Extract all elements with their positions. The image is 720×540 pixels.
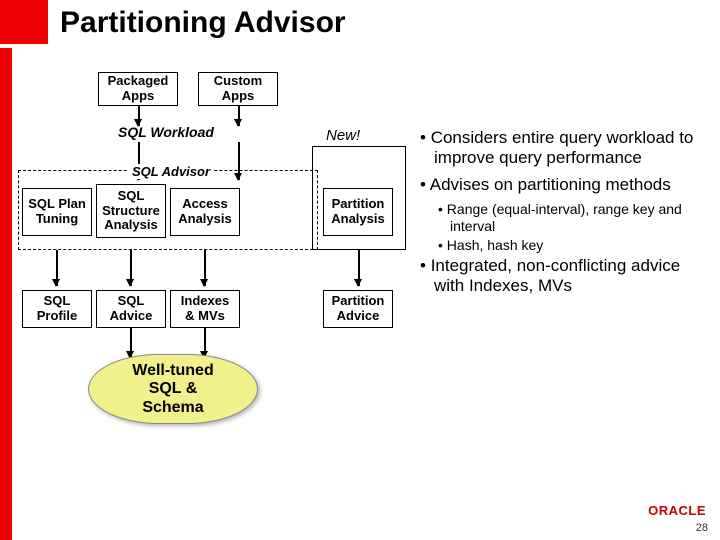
bullet-subitem: Hash, hash key — [420, 237, 710, 254]
arrow — [204, 328, 206, 358]
new-highlight-frame — [312, 146, 406, 250]
arrow — [130, 250, 132, 286]
diagram-area: Packaged Apps Custom Apps SQL Workload N… — [18, 72, 418, 452]
box-custom-apps: Custom Apps — [198, 72, 278, 106]
arrow — [138, 106, 140, 126]
bullet-item: Advises on partitioning methods — [420, 175, 710, 195]
label: SQL Structure Analysis — [102, 189, 160, 234]
box-access-analysis: Access Analysis — [170, 188, 240, 236]
arrow — [238, 106, 240, 126]
box-sql-plan-tuning: SQL Plan Tuning — [22, 188, 92, 236]
label: Packaged Apps — [108, 74, 169, 104]
arrow — [204, 250, 206, 286]
label: SQL Profile — [37, 294, 77, 324]
label: Indexes & MVs — [181, 294, 229, 324]
box-sql-advice: SQL Advice — [96, 290, 166, 328]
new-label: New! — [326, 127, 360, 144]
box-packaged-apps: Packaged Apps — [98, 72, 178, 106]
label: SQL Advice — [110, 294, 153, 324]
label: Access Analysis — [178, 197, 231, 227]
workload-label: SQL Workload — [118, 124, 214, 140]
bullet-list: Considers entire query workload to impro… — [420, 128, 710, 302]
arrow — [130, 328, 132, 358]
oracle-logo: ORACLE — [648, 503, 706, 518]
side-red-strip — [0, 48, 12, 540]
bullet-subitem: Range (equal-interval), range key and in… — [420, 201, 710, 235]
bullet-item: Integrated, non-conflicting advice with … — [420, 256, 710, 297]
header-red-block — [0, 0, 48, 44]
bullet-item: Considers entire query workload to impro… — [420, 128, 710, 169]
label: Custom Apps — [214, 74, 262, 104]
advisor-label: SQL Advisor — [128, 164, 214, 179]
box-sql-structure: SQL Structure Analysis — [96, 184, 166, 238]
result-blob-text: Well-tuned SQL & Schema — [118, 362, 228, 417]
box-indexes-mvs: Indexes & MVs — [170, 290, 240, 328]
box-partition-advice: Partition Advice — [323, 290, 393, 328]
arrow — [358, 250, 360, 286]
box-sql-profile: SQL Profile — [22, 290, 92, 328]
label: SQL Plan Tuning — [28, 197, 86, 227]
label: Partition Advice — [332, 294, 385, 324]
page-title: Partitioning Advisor — [60, 6, 346, 40]
page-number: 28 — [696, 522, 708, 534]
arrow — [56, 250, 58, 286]
